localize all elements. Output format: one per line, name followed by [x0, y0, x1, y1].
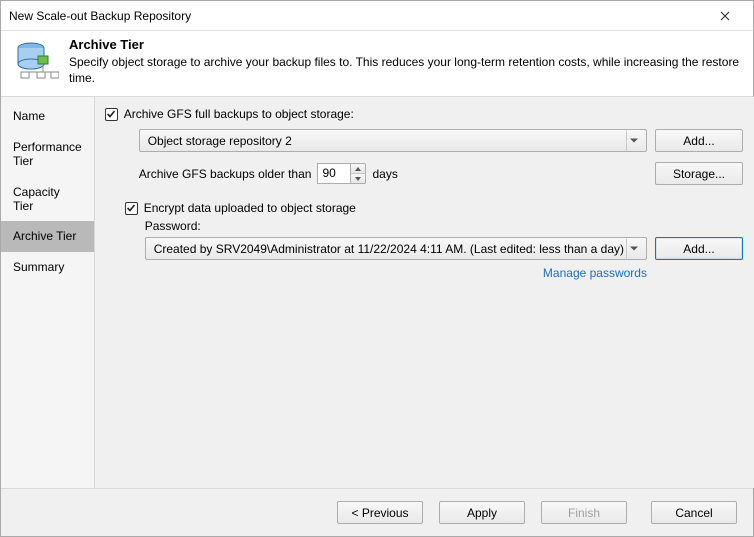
window-title: New Scale-out Backup Repository [9, 9, 705, 23]
repository-select-value: Object storage repository 2 [148, 134, 292, 148]
sidebar-item-summary[interactable]: Summary [1, 252, 94, 282]
storage-button[interactable]: Storage... [655, 162, 743, 185]
check-icon [106, 109, 116, 119]
sidebar-item-performance-tier[interactable]: Performance Tier [1, 132, 94, 177]
archive-checkbox-label[interactable]: Archive GFS full backups to object stora… [124, 107, 354, 121]
password-select[interactable]: Created by SRV2049\Administrator at 11/2… [145, 237, 647, 260]
add-password-button[interactable]: Add... [655, 237, 743, 260]
sidebar-item-archive-tier[interactable]: Archive Tier [1, 221, 94, 251]
footer-buttons: < Previous Apply Finish Cancel [1, 488, 753, 536]
sidebar-item-name[interactable]: Name [1, 101, 94, 131]
older-than-spinbox[interactable]: 90 [317, 163, 366, 184]
previous-button[interactable]: < Previous [337, 501, 423, 524]
check-icon [126, 203, 136, 213]
wizard-sidebar: Name Performance Tier Capacity Tier Arch… [1, 97, 95, 488]
titlebar: New Scale-out Backup Repository [1, 1, 753, 31]
older-than-value[interactable]: 90 [317, 163, 350, 184]
arrow-down-icon [355, 177, 361, 181]
content-panel: Archive GFS full backups to object stora… [95, 97, 754, 488]
encrypt-checkbox-label[interactable]: Encrypt data uploaded to object storage [144, 201, 356, 215]
add-repository-button[interactable]: Add... [655, 129, 743, 152]
older-than-prefix: Archive GFS backups older than [139, 167, 312, 181]
chevron-down-icon [626, 238, 642, 259]
close-button[interactable] [705, 2, 745, 30]
repository-icon [13, 39, 59, 85]
chevron-down-icon [626, 130, 642, 151]
close-icon [720, 11, 730, 21]
apply-button[interactable]: Apply [439, 501, 525, 524]
finish-button: Finish [541, 501, 627, 524]
repository-select[interactable]: Object storage repository 2 [139, 129, 647, 152]
header-icon [13, 37, 63, 86]
spinbox-up[interactable] [351, 164, 365, 174]
password-label: Password: [145, 219, 201, 233]
encrypt-checkbox[interactable] [125, 202, 138, 215]
archive-checkbox[interactable] [105, 108, 118, 121]
older-than-suffix: days [372, 167, 397, 181]
spinbox-down[interactable] [351, 174, 365, 183]
dialog-window: New Scale-out Backup Repository Archive … [0, 0, 754, 537]
header-title: Archive Tier [69, 37, 741, 52]
header-panel: Archive Tier Specify object storage to a… [1, 31, 753, 97]
password-select-value: Created by SRV2049\Administrator at 11/2… [154, 242, 624, 256]
manage-passwords-link[interactable]: Manage passwords [543, 266, 647, 280]
arrow-up-icon [355, 167, 361, 171]
header-subtitle: Specify object storage to archive your b… [69, 54, 741, 86]
sidebar-item-capacity-tier[interactable]: Capacity Tier [1, 177, 94, 222]
cancel-button[interactable]: Cancel [651, 501, 737, 524]
